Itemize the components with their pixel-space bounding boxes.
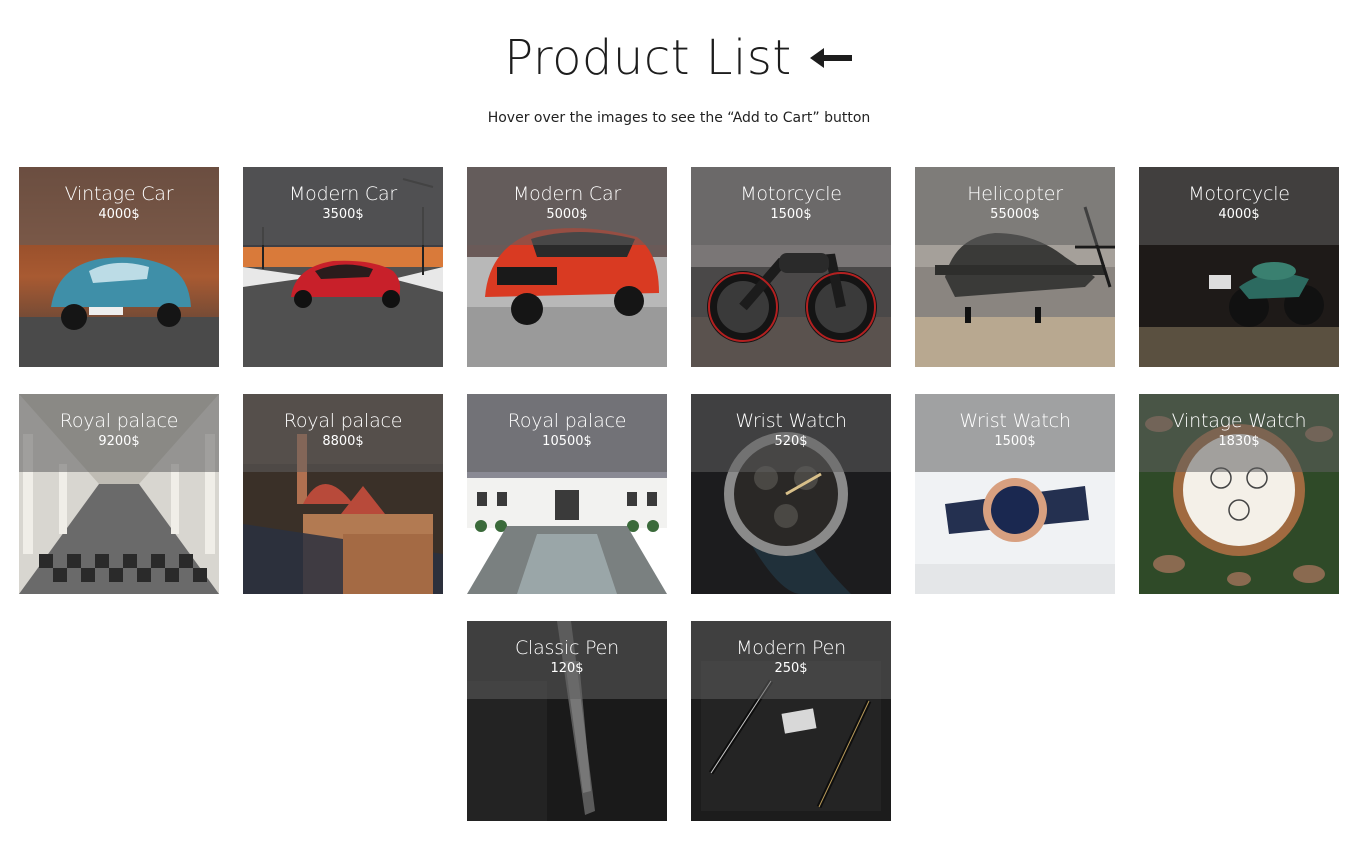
product-name: Modern Car <box>512 183 622 205</box>
product-name: Royal palace <box>507 410 627 432</box>
product-price: 4000$ <box>98 207 140 222</box>
product-name: Vintage Watch <box>1171 410 1307 432</box>
product-name: Royal palace <box>283 410 403 432</box>
product-info: Royal palace 10500$ <box>467 394 667 472</box>
product-name: Motorcycle <box>1188 183 1290 205</box>
product-info: Royal palace 8800$ <box>243 394 443 472</box>
product-price: 55000$ <box>990 207 1040 222</box>
product-card[interactable]: Modern Pen 250$ <box>691 621 891 821</box>
product-info: Modern Car 5000$ <box>467 167 667 245</box>
product-price: 10500$ <box>542 434 592 449</box>
product-card[interactable]: Helicopter 55000$ <box>915 167 1115 367</box>
product-card[interactable]: Royal palace 9200$ <box>19 394 219 594</box>
product-card[interactable]: Modern Car 3500$ <box>243 167 443 367</box>
product-price: 250$ <box>774 661 808 676</box>
product-name: Royal palace <box>59 410 179 432</box>
product-info: Vintage Car 4000$ <box>19 167 219 245</box>
product-name: Modern Car <box>288 183 398 205</box>
product-info: Vintage Watch 1830$ <box>1139 394 1339 472</box>
product-price: 4000$ <box>1218 207 1260 222</box>
product-info: Motorcycle 1500$ <box>691 167 891 245</box>
product-price: 9200$ <box>98 434 140 449</box>
product-name: Wrist Watch <box>959 410 1071 432</box>
product-card[interactable]: Royal palace 10500$ <box>467 394 667 594</box>
product-price: 3500$ <box>322 207 364 222</box>
product-card[interactable]: Wrist Watch 520$ <box>691 394 891 594</box>
product-card[interactable]: Wrist Watch 1500$ <box>915 394 1115 594</box>
product-card[interactable]: Vintage Car 4000$ <box>19 167 219 367</box>
title-row: Product List <box>0 26 1358 90</box>
product-card[interactable]: Motorcycle 1500$ <box>691 167 891 367</box>
product-info: Modern Car 3500$ <box>243 167 443 245</box>
product-name: Classic Pen <box>514 637 620 659</box>
page-subtitle: Hover over the images to see the “Add to… <box>487 110 871 126</box>
product-card[interactable]: Motorcycle 4000$ <box>1139 167 1339 367</box>
product-info: Motorcycle 4000$ <box>1139 167 1339 245</box>
product-price: 1500$ <box>770 207 812 222</box>
product-info: Classic Pen 120$ <box>467 621 667 699</box>
product-info: Wrist Watch 520$ <box>691 394 891 472</box>
product-price: 120$ <box>550 661 584 676</box>
product-card[interactable]: Modern Car 5000$ <box>467 167 667 367</box>
product-name: Motorcycle <box>740 183 842 205</box>
product-price: 5000$ <box>546 207 588 222</box>
product-price: 520$ <box>774 434 808 449</box>
product-price: 1500$ <box>994 434 1036 449</box>
product-info: Wrist Watch 1500$ <box>915 394 1115 472</box>
product-name: Modern Pen <box>736 637 846 659</box>
product-card[interactable]: Classic Pen 120$ <box>467 621 667 821</box>
left-arrow-icon[interactable] <box>809 45 854 71</box>
product-name: Wrist Watch <box>735 410 847 432</box>
product-price: 8800$ <box>322 434 364 449</box>
product-info: Royal palace 9200$ <box>19 394 219 472</box>
product-card[interactable]: Royal palace 8800$ <box>243 394 443 594</box>
product-name: Helicopter <box>967 183 1063 205</box>
product-price: 1830$ <box>1218 434 1260 449</box>
product-info: Helicopter 55000$ <box>915 167 1115 245</box>
product-name: Vintage Car <box>64 183 174 205</box>
product-card[interactable]: Vintage Watch 1830$ <box>1139 394 1339 594</box>
product-info: Modern Pen 250$ <box>691 621 891 699</box>
page-title: Product List <box>504 30 792 86</box>
